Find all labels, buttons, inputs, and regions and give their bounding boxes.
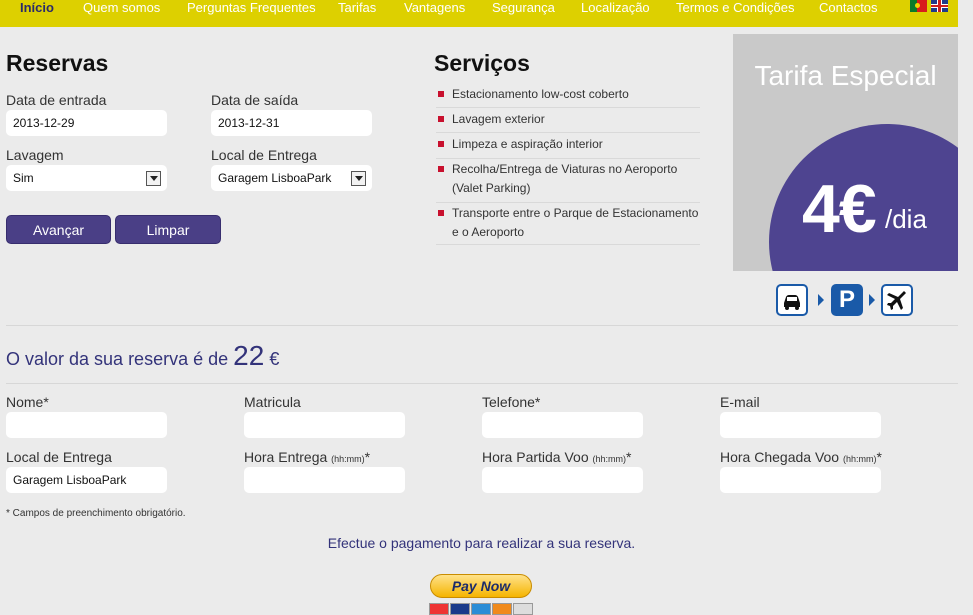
- chevron-right-icon: [869, 294, 875, 306]
- divider: [6, 383, 958, 384]
- lavagem-value: Sim: [13, 171, 34, 185]
- nav-inicio[interactable]: Início: [20, 0, 54, 15]
- matricula-label: Matricula: [244, 394, 301, 410]
- total-currency: €: [269, 349, 280, 369]
- servicos-title: Serviços: [434, 50, 530, 76]
- saida-date-input[interactable]: 2013-12-31: [211, 110, 372, 136]
- nav-quem-somos[interactable]: Quem somos: [83, 0, 160, 15]
- bullet-icon: [438, 141, 444, 147]
- bullet-icon: [438, 116, 444, 122]
- service-text: Recolha/Entrega de Viaturas no Aeroporto…: [452, 162, 678, 195]
- email-input[interactable]: [720, 412, 881, 438]
- mastercard-icon: [429, 603, 449, 615]
- bullet-icon: [438, 91, 444, 97]
- email-label: E-mail: [720, 394, 760, 410]
- pay-now-button[interactable]: Pay Now: [430, 574, 532, 598]
- portugal-flag-icon[interactable]: [910, 0, 927, 12]
- local-entrega-select[interactable]: Garagem LisboaPark: [211, 165, 372, 191]
- local-entrega-value: Garagem LisboaPark: [218, 171, 332, 185]
- nav-termos[interactable]: Termos e Condições: [676, 0, 795, 15]
- parking-icon: P: [831, 284, 863, 316]
- nav-contactos[interactable]: Contactos: [819, 0, 878, 15]
- service-item: Estacionamento low-cost coberto: [436, 85, 700, 108]
- chevron-down-icon[interactable]: [351, 171, 366, 186]
- bullet-icon: [438, 166, 444, 172]
- nav-vantagens[interactable]: Vantagens: [404, 0, 465, 15]
- promo-unit: /dia: [885, 204, 927, 234]
- bullet-icon: [438, 210, 444, 216]
- service-text: Limpeza e aspiração interior: [452, 137, 603, 151]
- service-text: Transporte entre o Parque de Estacioname…: [452, 206, 699, 239]
- hora-entrega-label: Hora Entrega (hh:mm)*: [244, 449, 371, 465]
- hora-chegada-label: Hora Chegada Voo (hh:mm)*: [720, 449, 882, 465]
- visa-icon: [450, 603, 470, 615]
- promo-title: Tarifa Especial: [754, 60, 937, 91]
- uk-flag-icon[interactable]: [931, 0, 948, 12]
- nome-input[interactable]: [6, 412, 167, 438]
- service-item: Lavagem exterior: [436, 110, 700, 133]
- reservation-total: O valor da sua reserva é de 22 €: [6, 340, 279, 372]
- tarifa-especial-banner: Tarifa Especial 4€ /dia: [733, 34, 958, 271]
- nav-localizacao[interactable]: Localização: [581, 0, 650, 15]
- entrada-label: Data de entrada: [6, 92, 107, 108]
- limpar-button[interactable]: Limpar: [115, 215, 221, 244]
- matricula-input[interactable]: [244, 412, 405, 438]
- service-text: Estacionamento low-cost coberto: [452, 87, 629, 101]
- entrada-date-input[interactable]: 2013-12-29: [6, 110, 167, 136]
- chevron-down-icon[interactable]: [146, 171, 161, 186]
- total-amount: 22: [233, 340, 265, 371]
- lavagem-label: Lavagem: [6, 147, 64, 163]
- nav-perguntas-frequentes[interactable]: Perguntas Frequentes: [187, 0, 316, 15]
- hora-entrega-input[interactable]: [244, 467, 405, 493]
- top-nav: Início Quem somos Perguntas Frequentes T…: [0, 0, 958, 27]
- promo-price: 4€: [802, 171, 877, 247]
- lavagem-select[interactable]: Sim: [6, 165, 167, 191]
- hora-chegada-input[interactable]: [720, 467, 881, 493]
- plane-icon: [881, 284, 913, 316]
- payment-text: Efectue o pagamento para realizar a sua …: [327, 535, 636, 551]
- avancar-button[interactable]: Avançar: [6, 215, 111, 244]
- nav-tarifas[interactable]: Tarifas: [338, 0, 376, 15]
- discover-icon: [492, 603, 512, 615]
- reservas-title: Reservas: [6, 50, 109, 76]
- saida-label: Data de saída: [211, 92, 299, 108]
- local-entrega-label: Local de Entrega: [6, 449, 112, 465]
- nome-label: Nome*: [6, 394, 49, 410]
- service-item: Limpeza e aspiração interior: [436, 135, 700, 159]
- service-item: Recolha/Entrega de Viaturas no Aeroporto…: [436, 160, 700, 203]
- nav-seguranca[interactable]: Segurança: [492, 0, 555, 15]
- amex-icon: [471, 603, 491, 615]
- telefone-input[interactable]: [482, 412, 643, 438]
- car-icon: [776, 284, 808, 316]
- local-entrega-input[interactable]: Garagem LisboaPark: [6, 467, 167, 493]
- telefone-label: Telefone*: [482, 394, 541, 410]
- service-text: Lavagem exterior: [452, 112, 545, 126]
- hora-partida-input[interactable]: [482, 467, 643, 493]
- local-entrega-label: Local de Entrega: [211, 147, 317, 163]
- total-text: O valor da sua reserva é de: [6, 349, 229, 369]
- bank-icon: [513, 603, 533, 615]
- service-item: Transporte entre o Parque de Estacioname…: [436, 204, 700, 245]
- required-note: * Campos de preenchimento obrigatório.: [6, 508, 186, 519]
- chevron-right-icon: [818, 294, 824, 306]
- divider: [6, 325, 958, 326]
- hora-partida-label: Hora Partida Voo (hh:mm)*: [482, 449, 632, 465]
